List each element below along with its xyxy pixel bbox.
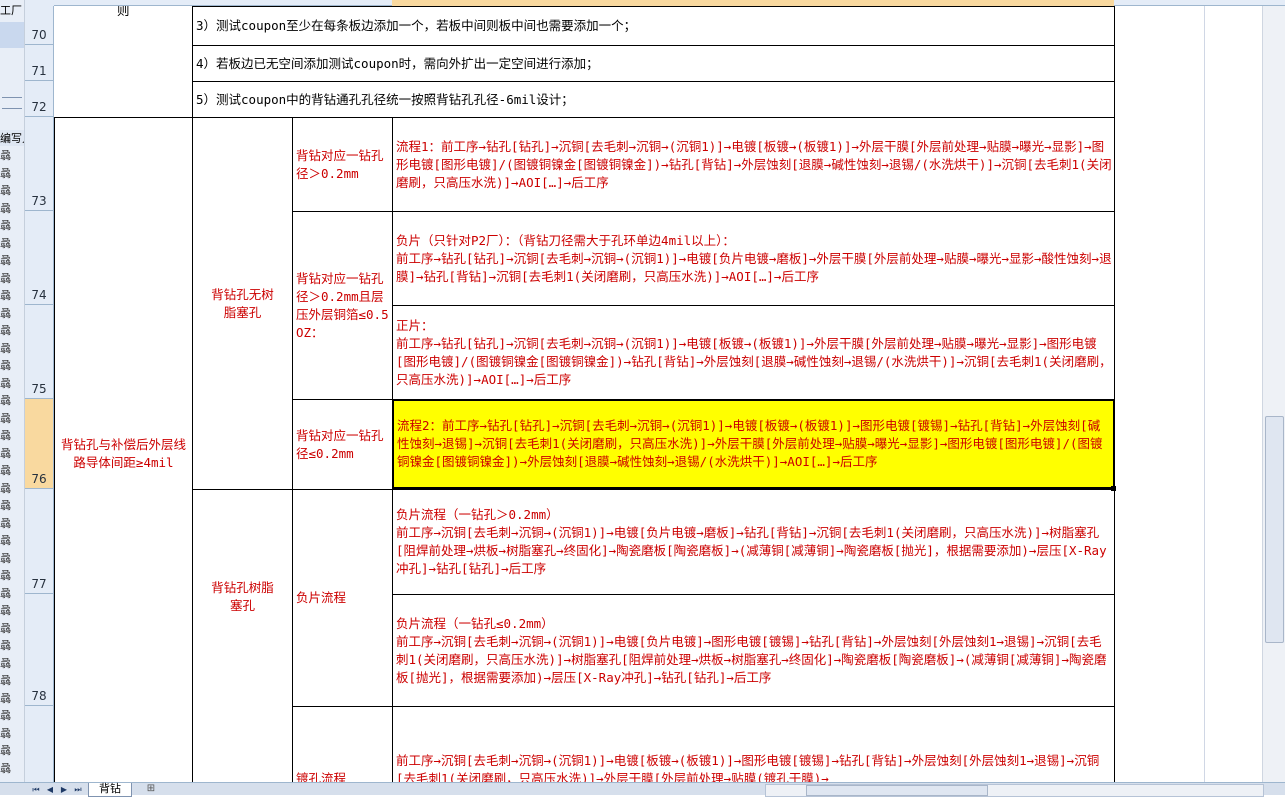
background-window-glyph: 骉 [0, 201, 11, 215]
table-right-border [1114, 6, 1115, 782]
background-window-glyph: 骉 [0, 306, 11, 320]
cell-condition-79[interactable]: 镀孔流程 [292, 706, 392, 782]
cell-condition-76[interactable]: 背钻对应一钻孔径≤0.2mm [292, 399, 392, 489]
background-window-glyph: 骉 [0, 569, 11, 582]
spreadsheet-grid[interactable]: 则 3）测试coupon至少在每条板边添加一个，若板中间则板中间也需要添加一个；… [54, 6, 1285, 782]
background-window-glyph: 骉 [0, 236, 11, 250]
backdrill-no-resin-label: 背钻孔无树脂塞孔 [211, 286, 274, 320]
background-window-glyph: 骉 [0, 709, 11, 722]
prev-sheet-icon[interactable]: ◀ [44, 784, 56, 795]
background-window-glyph: 骉 [0, 149, 11, 162]
row-header-71[interactable]: 71 [25, 45, 54, 81]
background-window-rule [2, 97, 22, 109]
cell-condition-73[interactable]: 背钻对应一钻孔径＞0.2mm [292, 117, 392, 211]
rule-category-text: 则 [117, 6, 130, 18]
background-window-glyph: 骉 [0, 534, 11, 547]
insert-sheet-icon[interactable]: ⊞ [140, 783, 162, 796]
row-header-column[interactable]: 70 71 72 73 74 75 76 77 78 [25, 0, 54, 782]
sheet-tab-bar: ⏮ ◀ ▶ ⏭ 背钻 ⊞ [0, 782, 1285, 797]
background-window-tab[interactable]: 编写人 [0, 130, 24, 146]
horizontal-scrollbar-thumb[interactable] [806, 785, 988, 796]
next-sheet-icon[interactable]: ▶ [58, 784, 70, 795]
background-window-glyph: 骉 [0, 481, 11, 495]
background-window-glyph: 骉 [0, 166, 11, 180]
background-window-glyph: 骉 [0, 604, 11, 617]
row-header-77[interactable]: 77 [25, 489, 54, 594]
cell-flow-75[interactable]: 正片： 前工序→钻孔[钻孔]→沉铜[去毛刺→沉铜→(沉铜1)]→电镀[板镀→(板… [392, 305, 1115, 399]
background-window-glyph: 骉 [0, 691, 11, 705]
background-window-glyph: 骉 [0, 516, 11, 530]
cell-flow-76-selected[interactable]: 流程2：前工序→钻孔[钻孔]→沉铜[去毛刺→沉铜→(沉铜1)]→电镀[板镀→(板… [392, 399, 1115, 489]
backdrill-resin-label: 背钻孔树脂塞孔 [211, 580, 274, 613]
cell-row-72[interactable]: 5）测试coupon中的背钻通孔孔径统一按照背钻孔孔径-6mil设计； [192, 81, 1115, 117]
background-window-label: 工厂 [0, 4, 22, 17]
row-header-75[interactable]: 75 [25, 305, 54, 399]
background-window-glyph: 骉 [0, 726, 11, 740]
background-window-glyph: 骉 [0, 639, 11, 652]
background-window-strip: 工厂 编写人 骉骉骉骉骉骉骉骉骉骉骉骉骉骉骉骉骉骉骉骉骉骉骉骉骉骉骉骉骉骉骉骉骉… [0, 0, 25, 782]
background-window-glyph: 骉 [0, 376, 11, 390]
background-window-glyph: 骉 [0, 621, 11, 635]
backdrill-spacing-label: 背钻孔与补偿后外层线路导体间距≥4mil [60, 437, 186, 470]
row-header-79[interactable] [25, 706, 54, 782]
background-window-glyph: 骉 [0, 674, 11, 687]
cell-row-70[interactable]: 3）测试coupon至少在每条板边添加一个，若板中间则板中间也需要添加一个； [192, 6, 1115, 45]
cell-backdrill-spacing-group[interactable]: 背钻孔与补偿后外层线路导体间距≥4mil [54, 117, 192, 782]
background-window-glyph: 骉 [0, 341, 11, 355]
background-window-glyph: 骉 [0, 289, 11, 302]
background-window-glyph: 骉 [0, 324, 11, 337]
background-window-glyph: 骉 [0, 394, 11, 407]
background-window-glyph: 骉 [0, 464, 11, 477]
cell-condition-74-75[interactable]: 背钻对应一钻孔径＞0.2mm且层压外层铜箔≤0.5OZ： [292, 211, 392, 399]
row-header-70[interactable]: 70 [25, 6, 54, 45]
vertical-scrollbar[interactable] [1262, 6, 1285, 782]
background-window-glyph: 骉 [0, 254, 11, 267]
background-window-glyph: 骉 [0, 586, 11, 600]
background-window-glyph: 骉 [0, 551, 11, 565]
background-window-glyph: 骉 [0, 744, 11, 757]
background-window-glyph: 骉 [0, 184, 11, 197]
fill-handle[interactable] [1111, 486, 1116, 491]
background-window-glyph: 骉 [0, 411, 11, 425]
background-window-glyph: 骉 [0, 656, 11, 670]
cell-flow-78[interactable]: 负片流程（一钻孔≤0.2mm） 前工序→沉铜[去毛刺→沉铜→(沉铜1)]→电镀[… [392, 594, 1115, 706]
row-header-78[interactable]: 78 [25, 594, 54, 706]
background-window-glyph: 骉 [0, 219, 11, 232]
rule-category-cell[interactable]: 则 [54, 6, 192, 117]
background-window-glyph: 骉 [0, 499, 11, 512]
cell-condition-77-78[interactable]: 负片流程 [292, 489, 392, 706]
background-window-glyph: 骉 [0, 271, 11, 285]
cell-row-71[interactable]: 4）若板边已无空间添加测试coupon时，需向外扩出一定空间进行添加； [192, 45, 1115, 81]
background-window-glyph: 骉 [0, 359, 11, 372]
row-header-74[interactable]: 74 [25, 211, 54, 305]
last-sheet-icon[interactable]: ⏭ [72, 784, 84, 795]
first-sheet-icon[interactable]: ⏮ [30, 784, 42, 795]
cell-flow-73[interactable]: 流程1：前工序→钻孔[钻孔]→沉铜[去毛刺→沉铜→(沉铜1)]→电镀[板镀→(板… [392, 117, 1115, 211]
row-header-73[interactable]: 73 [25, 117, 54, 211]
gridline [1204, 6, 1205, 782]
row-header-72[interactable]: 72 [25, 81, 54, 117]
cell-backdrill-no-resin[interactable]: 背钻孔无树脂塞孔 [192, 117, 292, 489]
background-window-glyph: 骉 [0, 429, 11, 442]
cell-flow-74[interactable]: 负片（只针对P2厂）：（背钻刀径需大于孔环单边4mil以上）： 前工序→钻孔[钻… [392, 211, 1115, 305]
horizontal-scrollbar[interactable] [765, 784, 1264, 797]
background-window-glyph: 骉 [0, 446, 11, 460]
background-window-glyph: 骉 [0, 761, 11, 775]
vertical-scrollbar-thumb[interactable] [1265, 416, 1284, 643]
background-window-selection [0, 22, 24, 48]
cell-flow-77[interactable]: 负片流程（一钻孔＞0.2mm） 前工序→沉铜[去毛刺→沉铜→(沉铜1)]→电镀[… [392, 489, 1115, 594]
row-header-76[interactable]: 76 [25, 399, 54, 489]
cell-flow-79[interactable]: 前工序→沉铜[去毛刺→沉铜→(沉铜1)]→电镀[板镀→(板镀1)]→图形电镀[镀… [392, 706, 1115, 782]
cell-backdrill-resin[interactable]: 背钻孔树脂塞孔 [192, 489, 292, 782]
